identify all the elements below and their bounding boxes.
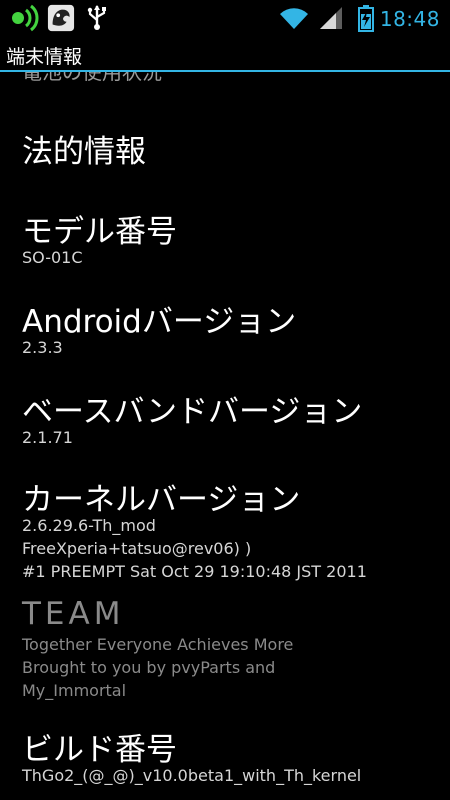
list-item-title: 法的情報	[22, 134, 146, 170]
list-item-kernel-version[interactable]: カーネルバージョン 2.6.29.6-Th_mod FreeXperia+tat…	[0, 474, 450, 586]
usb-icon	[87, 5, 106, 30]
list-item-title: 電池の使用状況	[22, 72, 162, 84]
list-item-model-number[interactable]: モデル番号 SO-01C	[0, 206, 450, 286]
list-item-legal-info[interactable]: 法的情報	[0, 124, 450, 196]
list-item-team: TEAM Together Everyone Achieves More Bro…	[0, 596, 450, 704]
page-title: 端末情報	[6, 46, 83, 68]
list-item-summary: ThGo2_(@_@)_v10.0beta1_with_Th_kernel	[22, 766, 362, 785]
list-item-title: Androidバージョン	[22, 304, 297, 340]
list-item-summary-line: 2.6.29.6-Th_mod	[22, 516, 156, 535]
about-phone-list[interactable]: 電池の使用状況 法的情報 モデル番号 SO-01C Androidバージョン 2…	[0, 72, 450, 800]
signal-icon	[320, 7, 342, 29]
list-item-android-version[interactable]: Androidバージョン 2.3.3	[0, 296, 450, 376]
list-item-build-number[interactable]: ビルド番号 ThGo2_(@_@)_v10.0beta1_with_Th_ker…	[0, 724, 450, 800]
list-item-summary-line: Together Everyone Achieves More	[22, 635, 294, 654]
list-item-title: ベースバンドバージョン	[22, 394, 363, 430]
list-item-title: ビルド番号	[22, 732, 177, 768]
list-item-title: TEAM	[22, 596, 125, 632]
title-bar: 端末情報	[0, 38, 450, 70]
status-bar: 18:48	[0, 0, 450, 38]
list-item-summary: 2.3.3	[22, 338, 63, 357]
list-item-summary: 2.1.71	[22, 428, 73, 447]
list-item-summary-line: #1 PREEMPT Sat Oct 29 19:10:48 JST 2011	[22, 562, 367, 581]
list-item-summary: SO-01C	[22, 248, 83, 267]
list-item-baseband-version[interactable]: ベースバンドバージョン 2.1.71	[0, 386, 450, 466]
app-notification-icon	[47, 4, 75, 32]
status-bar-clock: 18:48	[379, 7, 440, 31]
list-item-summary-line: Brought to you by pvyParts and	[22, 658, 276, 677]
list-item-title: カーネルバージョン	[22, 482, 301, 518]
wifi-icon	[280, 8, 308, 29]
ringtone-mode-icon	[12, 4, 39, 32]
list-item-title: モデル番号	[22, 214, 177, 250]
list-item-summary-line: FreeXperia+tatsuo@rev06) )	[22, 539, 252, 558]
battery-charging-icon	[358, 5, 374, 32]
list-item-summary-line: My_Immortal	[22, 681, 127, 700]
